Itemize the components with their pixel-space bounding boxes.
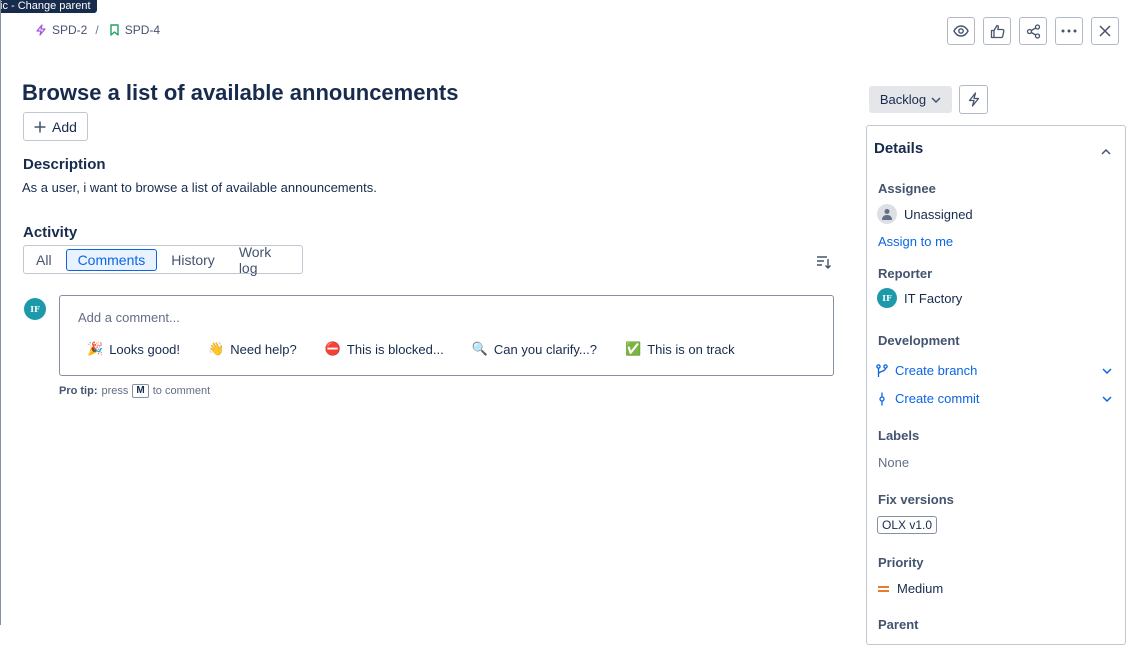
labels-value[interactable]: None — [878, 455, 909, 470]
breadcrumb-parent[interactable]: SPD-2 — [35, 23, 87, 37]
comment-placeholder[interactable]: Add a comment... — [78, 310, 180, 325]
eye-icon — [953, 25, 969, 37]
create-commit-label: Create commit — [895, 391, 980, 406]
plus-icon — [34, 121, 46, 132]
create-commit-link[interactable]: Create commit — [876, 391, 1112, 406]
labels-label: Labels — [878, 428, 920, 443]
details-heading[interactable]: Details — [874, 140, 923, 157]
check-mark-icon: ✅ — [625, 342, 642, 357]
waving-hand-icon: 👋 — [208, 342, 225, 357]
current-user-avatar: IF — [24, 298, 46, 320]
fix-versions-field[interactable]: OLX v1.0 — [877, 516, 938, 534]
assignee-label: Assignee — [878, 181, 936, 196]
priority-label: Priority — [878, 555, 924, 570]
fix-version-tag: OLX v1.0 — [877, 516, 938, 534]
watch-button[interactable] — [947, 17, 975, 45]
issue-actions — [947, 17, 1119, 45]
activity-heading: Activity — [23, 224, 78, 241]
assign-to-me-link[interactable]: Assign to me — [878, 234, 953, 249]
chevron-down-icon — [1102, 367, 1112, 374]
issue-title[interactable]: Browse a list of available announcements — [22, 80, 458, 106]
fix-versions-label: Fix versions — [878, 492, 954, 507]
magnifying-glass-icon: 🔍 — [471, 342, 488, 357]
share-button[interactable] — [1019, 17, 1047, 45]
quick-reply-label: Looks good! — [109, 342, 181, 357]
quick-reply-looks-good[interactable]: 🎉 Looks good! — [87, 342, 180, 357]
priority-value: Medium — [897, 581, 944, 596]
chevron-down-icon — [931, 96, 941, 103]
priority-medium-icon — [878, 585, 889, 592]
quick-reply-label: This is blocked... — [346, 342, 444, 357]
reporter-field[interactable]: IF IT Factory — [877, 288, 962, 308]
status-label: Backlog — [879, 92, 927, 107]
tab-history[interactable]: History — [161, 249, 225, 271]
comment-editor[interactable]: Add a comment... 🎉 Looks good! 👋 Need he… — [59, 295, 834, 376]
breadcrumb-current[interactable]: SPD-4 — [109, 23, 160, 37]
quick-reply-on-track[interactable]: ✅ This is on track — [625, 342, 735, 357]
pro-tip-press: press — [101, 385, 129, 397]
chevron-up-icon — [1101, 148, 1111, 155]
quick-reply-need-help[interactable]: 👋 Need help? — [208, 342, 297, 357]
breadcrumb-current-key: SPD-4 — [124, 23, 161, 37]
description-heading: Description — [23, 156, 106, 173]
quick-replies: 🎉 Looks good! 👋 Need help? ⛔ This is blo… — [87, 342, 735, 357]
no-entry-icon: ⛔ — [324, 342, 341, 357]
priority-field[interactable]: Medium — [877, 581, 943, 596]
tab-all[interactable]: All — [26, 249, 62, 271]
close-button[interactable] — [1091, 17, 1119, 45]
breadcrumb: SPD-2 / SPD-4 — [35, 23, 160, 37]
automation-button[interactable] — [959, 85, 988, 114]
lightning-icon — [968, 92, 979, 107]
chevron-down-icon — [1102, 395, 1112, 402]
tab-comments[interactable]: Comments — [65, 248, 158, 271]
breadcrumb-parent-key: SPD-2 — [52, 23, 88, 37]
description-text[interactable]: As a user, i want to browse a list of av… — [22, 180, 377, 195]
left-edge-divider — [0, 0, 1, 625]
development-label: Development — [878, 333, 960, 348]
party-popper-icon: 🎉 — [87, 342, 104, 357]
add-button-label: Add — [52, 118, 77, 135]
quick-reply-label: Can you clarify...? — [493, 342, 598, 357]
sort-icon — [817, 256, 831, 269]
quick-reply-label: This is on track — [647, 342, 735, 357]
reporter-label: Reporter — [878, 266, 933, 281]
branch-icon — [876, 363, 888, 377]
commit-icon — [879, 392, 885, 405]
change-parent-tooltip: ic - Change parent — [0, 0, 97, 13]
assignee-field[interactable]: Unassigned — [877, 204, 973, 224]
thumbs-up-icon — [990, 24, 1004, 38]
pro-tip-suffix: to comment — [152, 385, 211, 397]
quick-reply-label: Need help? — [230, 342, 297, 357]
pro-tip: Pro tip: press M to comment — [59, 384, 210, 398]
share-icon — [1026, 23, 1040, 39]
sort-order-button[interactable] — [816, 255, 831, 274]
create-branch-link[interactable]: Create branch — [876, 363, 1112, 378]
vote-button[interactable] — [983, 17, 1011, 45]
collapse-details-button[interactable] — [1101, 142, 1111, 160]
status-dropdown[interactable]: Backlog — [869, 86, 952, 113]
keyboard-key: M — [132, 384, 149, 398]
breadcrumb-separator: / — [95, 23, 99, 37]
epic-lightning-icon — [36, 24, 46, 36]
ellipsis-icon — [1061, 29, 1077, 33]
person-icon — [882, 209, 892, 220]
story-bookmark-icon — [109, 24, 119, 36]
more-actions-button[interactable] — [1055, 17, 1083, 45]
pro-tip-label: Pro tip: — [59, 385, 98, 397]
add-button[interactable]: Add — [23, 112, 88, 141]
create-branch-label: Create branch — [895, 363, 978, 378]
close-icon — [1099, 25, 1111, 37]
quick-reply-clarify[interactable]: 🔍 Can you clarify...? — [472, 342, 597, 357]
activity-tabs: All Comments History Work log — [23, 244, 303, 276]
details-panel: Details Assignee Unassigned Assign to me… — [866, 125, 1126, 645]
tab-work-log[interactable]: Work log — [229, 241, 300, 279]
unassigned-avatar — [877, 204, 897, 224]
quick-reply-blocked[interactable]: ⛔ This is blocked... — [325, 342, 444, 357]
reporter-value: IT Factory — [904, 290, 963, 306]
reporter-avatar: IF — [877, 288, 897, 308]
assignee-value: Unassigned — [904, 206, 973, 222]
